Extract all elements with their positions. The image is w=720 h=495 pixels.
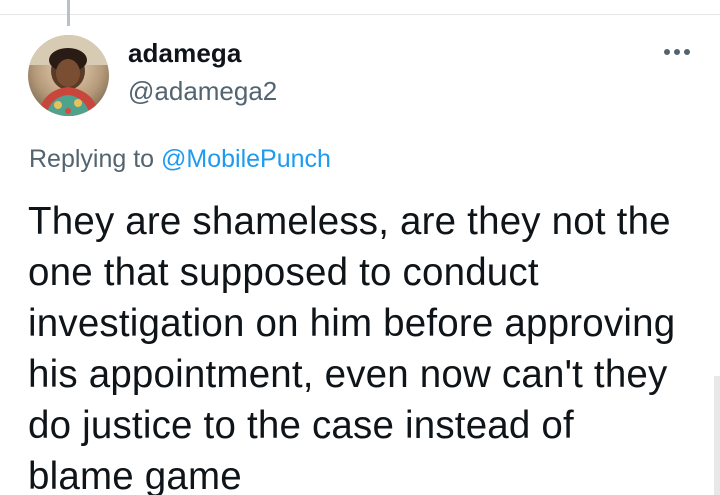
mention-link[interactable]: @MobilePunch — [161, 145, 331, 173]
more-options-icon[interactable] — [660, 40, 694, 64]
thread-connector-line — [67, 0, 70, 26]
top-divider — [0, 14, 720, 15]
scrollbar[interactable] — [714, 376, 720, 495]
tweet-text: They are shameless, are they not the one… — [28, 200, 676, 495]
display-name[interactable]: adamega — [128, 38, 241, 69]
replying-to: Replying to @MobilePunch — [29, 145, 331, 174]
avatar[interactable] — [28, 35, 109, 116]
user-handle[interactable]: @adamega2 — [128, 76, 277, 107]
replying-prefix: Replying to — [29, 145, 155, 173]
